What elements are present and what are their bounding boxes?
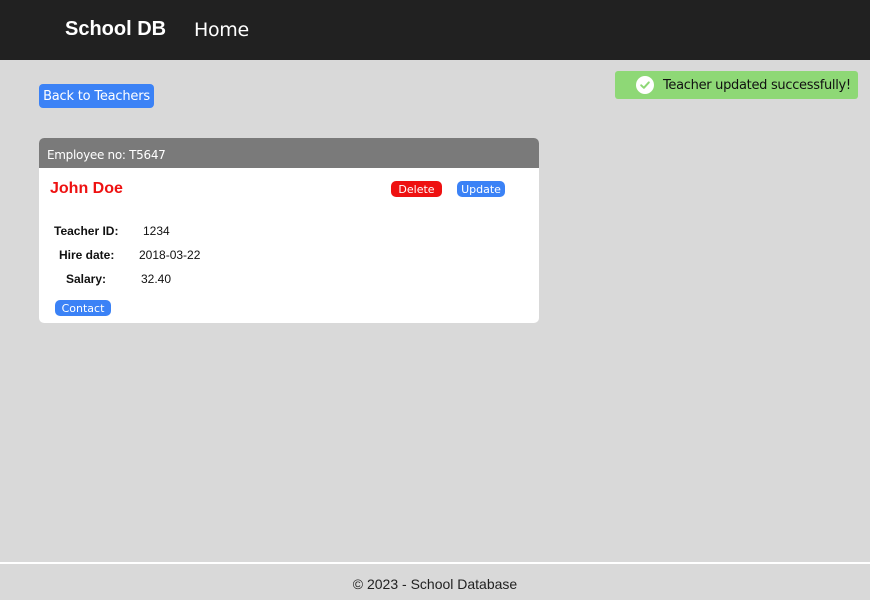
hire-date-label: Hire date:	[59, 248, 115, 262]
navbar: School DB Home	[0, 0, 870, 60]
update-button[interactable]: Update	[457, 181, 505, 197]
employee-number-header: Employee no: T5647	[39, 138, 539, 168]
salary-label: Salary:	[66, 272, 107, 286]
teacher-id-label: Teacher ID:	[54, 224, 119, 238]
teacher-name: John Doe	[50, 180, 123, 197]
salary-value: 32.40	[141, 272, 172, 286]
delete-button[interactable]: Delete	[391, 181, 442, 197]
hire-date-value: 2018-03-22	[139, 248, 201, 262]
brand-link[interactable]: School DB	[65, 18, 166, 41]
contact-button[interactable]: Contact	[55, 300, 111, 316]
teacher-card: Employee no: T5647 John Doe Delete Updat…	[39, 138, 539, 323]
success-toast: Teacher updated successfully!	[615, 71, 858, 99]
toast-message: Teacher updated successfully!	[663, 77, 851, 93]
check-circle-icon	[636, 76, 654, 94]
teacher-id-value: 1234	[143, 224, 170, 238]
nav-link-home[interactable]: Home	[194, 19, 249, 41]
footer: © 2023 - School Database	[0, 564, 870, 600]
back-to-teachers-button[interactable]: Back to Teachers	[39, 84, 154, 108]
